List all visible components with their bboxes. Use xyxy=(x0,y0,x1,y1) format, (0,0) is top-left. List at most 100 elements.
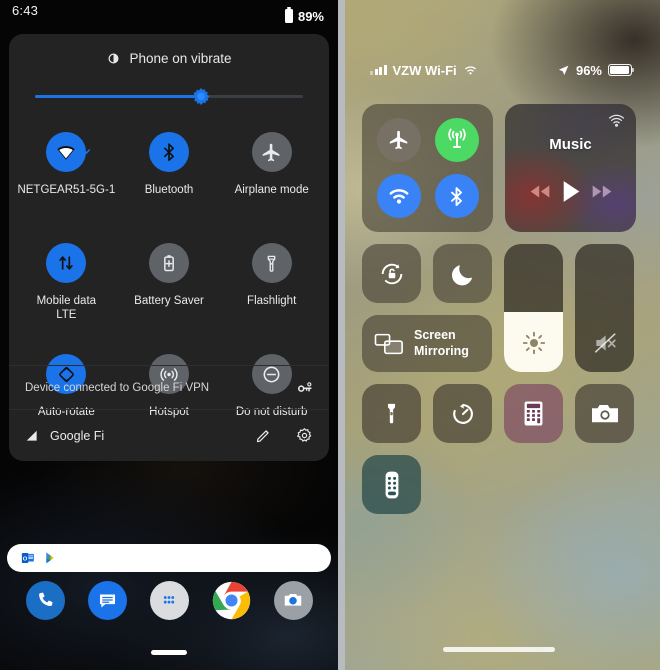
tile-label: Bluetooth xyxy=(144,184,194,196)
music-module[interactable]: Music xyxy=(505,104,636,232)
tile-circle xyxy=(251,132,292,172)
airplane-icon xyxy=(389,130,407,149)
ios-home-indicator[interactable] xyxy=(443,647,555,652)
vpn-label: Device connected to Google Fi VPN xyxy=(25,381,210,394)
cc-row-1: Music xyxy=(362,104,636,232)
cc-row-2: Screen Mirroring xyxy=(362,244,636,372)
slider-fill xyxy=(35,95,202,98)
remote-icon xyxy=(385,471,398,498)
brightness-slider[interactable] xyxy=(504,244,563,372)
chevron-down-icon[interactable] xyxy=(83,148,90,155)
phone-app[interactable] xyxy=(25,580,65,620)
quick-settings-panel: Phone on vibrate NETGEAR51-5G-1 Bluetoot… xyxy=(9,34,329,461)
ios-status-bar: VZW Wi-Fi 96% xyxy=(338,58,660,82)
tile-battery-saver[interactable]: Battery Saver xyxy=(118,237,221,348)
volume-slider[interactable] xyxy=(575,244,634,372)
android-home-indicator[interactable] xyxy=(151,650,187,655)
sun-icon xyxy=(522,331,545,355)
mobile-data-icon xyxy=(59,256,73,270)
pencil-icon[interactable] xyxy=(255,427,272,444)
android-panel: 6:43 89% Phone on vibrate NETGEAR51-5G-1… xyxy=(0,0,338,670)
mute-icon xyxy=(594,333,616,353)
signal-bars-icon xyxy=(370,65,387,75)
cc-left-column: Screen Mirroring xyxy=(362,244,492,372)
rewind-icon[interactable] xyxy=(527,183,553,200)
cc-toggle-pair xyxy=(362,244,492,303)
cellular-data-toggle[interactable] xyxy=(434,117,479,162)
android-status-bar: 6:43 89% xyxy=(0,0,338,34)
tile-flashlight[interactable]: Flashlight xyxy=(220,237,323,348)
carrier-actions xyxy=(255,427,313,444)
signal-bars-icon xyxy=(26,430,37,441)
flashlight-button[interactable] xyxy=(362,384,421,443)
cc-row-4 xyxy=(362,455,636,514)
slider-glyph xyxy=(575,330,634,356)
screen-mirroring-icon xyxy=(374,333,403,354)
ios-status-left: VZW Wi-Fi xyxy=(370,63,478,78)
airplay-icon[interactable] xyxy=(607,113,626,132)
remote-button[interactable] xyxy=(362,455,421,514)
rotation-lock-toggle[interactable] xyxy=(362,244,421,303)
camera-button[interactable] xyxy=(575,384,634,443)
vpn-status-row[interactable]: Device connected to Google Fi VPN xyxy=(9,365,329,409)
tile-label: Battery Saver xyxy=(134,295,204,307)
battery-icon xyxy=(608,64,635,76)
cellular-icon xyxy=(447,128,466,148)
music-controls xyxy=(505,179,636,204)
messages-icon xyxy=(99,594,115,607)
screen-mirroring-button[interactable]: Screen Mirroring xyxy=(362,315,492,372)
svg-text:O: O xyxy=(23,556,28,562)
cc-row-3 xyxy=(362,384,636,443)
carrier-info[interactable]: Google Fi xyxy=(25,429,255,443)
brightness-slider[interactable] xyxy=(35,86,303,106)
tile-mobile-data[interactable]: Mobile data LTE xyxy=(15,237,118,348)
connectivity-module xyxy=(362,104,493,232)
panel-divider xyxy=(338,0,345,670)
airplane-mode-toggle[interactable] xyxy=(376,117,421,162)
tile-wifi[interactable]: NETGEAR51-5G-1 xyxy=(15,126,118,237)
battery-icon xyxy=(284,7,293,23)
moon-icon xyxy=(451,264,472,285)
fast-forward-icon[interactable] xyxy=(589,183,615,200)
camera-app[interactable] xyxy=(273,580,313,620)
tile-label: Flashlight xyxy=(247,295,297,307)
chrome-app[interactable] xyxy=(212,581,251,620)
mirror-line-2: Mirroring xyxy=(414,343,469,358)
slider-knob[interactable] xyxy=(192,88,210,105)
do-not-disturb-toggle[interactable] xyxy=(433,244,492,303)
tile-airplane-mode[interactable]: Airplane mode xyxy=(220,126,323,237)
tile-label: Mobile data xyxy=(36,295,97,307)
screenshot-root: 6:43 89% Phone on vibrate NETGEAR51-5G-1… xyxy=(0,0,660,670)
bluetooth-toggle[interactable] xyxy=(434,174,479,219)
camera-icon xyxy=(284,593,302,606)
tile-circle xyxy=(148,132,189,172)
messages-app[interactable] xyxy=(87,580,127,620)
wifi-icon xyxy=(389,189,408,204)
calculator-button[interactable] xyxy=(504,384,563,443)
screen-mirroring-label: Screen Mirroring xyxy=(414,328,469,359)
timer-button[interactable] xyxy=(433,384,492,443)
airplane-icon xyxy=(262,143,280,161)
ringer-status[interactable]: Phone on vibrate xyxy=(9,34,329,66)
play-icon[interactable] xyxy=(560,179,582,204)
gear-icon[interactable] xyxy=(296,427,313,444)
app-drawer[interactable] xyxy=(149,580,189,620)
battery-percent: 89% xyxy=(297,8,324,24)
tile-circle xyxy=(46,243,87,283)
calculator-icon xyxy=(524,401,543,426)
wifi-toggle[interactable] xyxy=(376,174,421,219)
rotation-lock-icon xyxy=(381,263,402,284)
camera-icon xyxy=(591,404,618,422)
google-play-icon xyxy=(46,552,54,564)
vibrate-icon xyxy=(108,53,119,64)
tile-label: NETGEAR51-5G-1 xyxy=(17,184,116,196)
tile-bluetooth[interactable]: Bluetooth xyxy=(118,126,221,237)
bluetooth-icon xyxy=(163,143,174,161)
vpn-key-icon[interactable] xyxy=(296,379,313,396)
tile-circle xyxy=(46,132,87,172)
battery-saver-icon xyxy=(164,255,174,272)
tile-sublabel: LTE xyxy=(56,309,77,322)
notification-card[interactable]: O xyxy=(7,544,331,572)
wifi-icon xyxy=(57,145,76,160)
control-center-grid: Music Screen Mirroring xyxy=(362,104,636,526)
